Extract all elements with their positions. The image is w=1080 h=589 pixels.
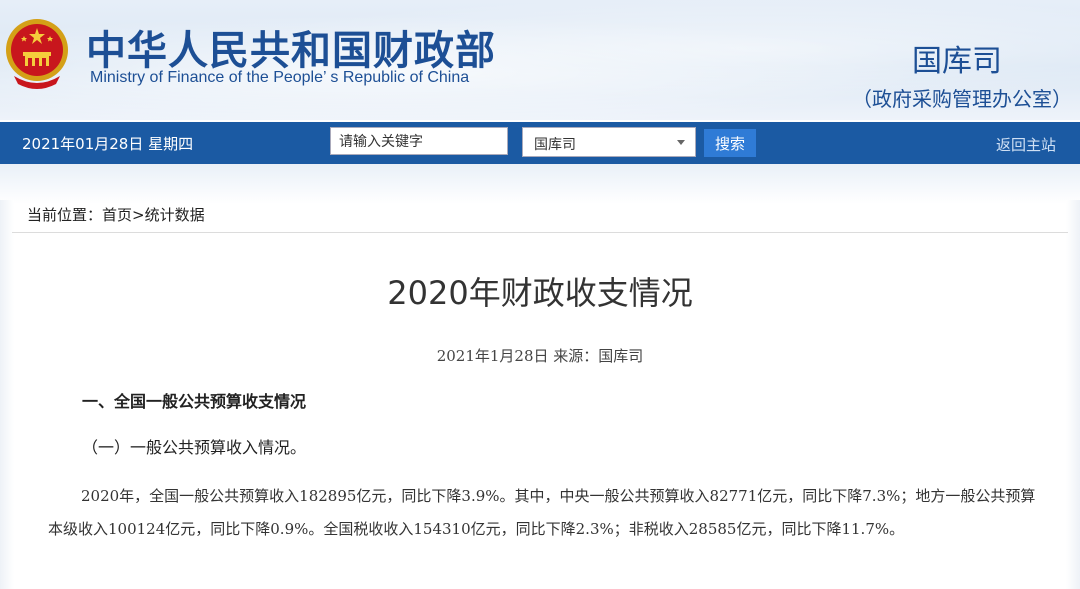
subsection-heading: （一）一般公共预算收入情况。 [82,438,307,457]
site-title-en[interactable]: Ministry of Finance of the People’ s Rep… [90,69,469,87]
article-meta: 2021年1月28日 来源：国库司 [436,347,644,365]
search-button[interactable]: 搜索 [704,129,756,157]
department-subtitle: （政府采购管理办公室） [852,87,1072,111]
department-select-value: 国库司 [534,137,576,153]
breadcrumb: 当前位置：首页>统计数据 [27,204,205,225]
breadcrumb-home-link[interactable]: 首页 [102,206,132,224]
article-paragraph: 2020年，全国一般公共预算收入182895亿元，同比下降3.9%。其中，中央一… [48,487,1036,538]
breadcrumb-prefix: 当前位置： [27,206,103,224]
department-name: 国库司 [912,44,1002,79]
site-header: 中华人民共和国财政部 Ministry of Finance of the Pe… [0,0,1080,120]
national-emblem-icon[interactable] [4,14,70,90]
search-input[interactable] [330,127,508,155]
breadcrumb-divider [12,232,1068,233]
site-title-cn[interactable]: 中华人民共和国财政部 [86,18,496,76]
current-date: 2021年01月28日 星期四 [22,135,194,153]
return-main-site-link[interactable]: 返回主站 [996,134,1056,155]
department-select[interactable]: 国库司 [522,127,696,157]
section-heading: 一、全国一般公共预算收支情况 [82,392,307,411]
left-edge-shade [0,200,14,589]
content-top-band [0,164,1080,204]
chevron-down-icon [677,140,685,145]
breadcrumb-separator: > [132,206,145,224]
right-edge-shade [1066,200,1080,589]
nav-bar: 2021年01月28日 星期四 国库司 搜索 返回主站 [0,122,1080,164]
breadcrumb-current-link[interactable]: 统计数据 [145,206,205,224]
article-title: 2020年财政收支情况 [387,274,693,312]
